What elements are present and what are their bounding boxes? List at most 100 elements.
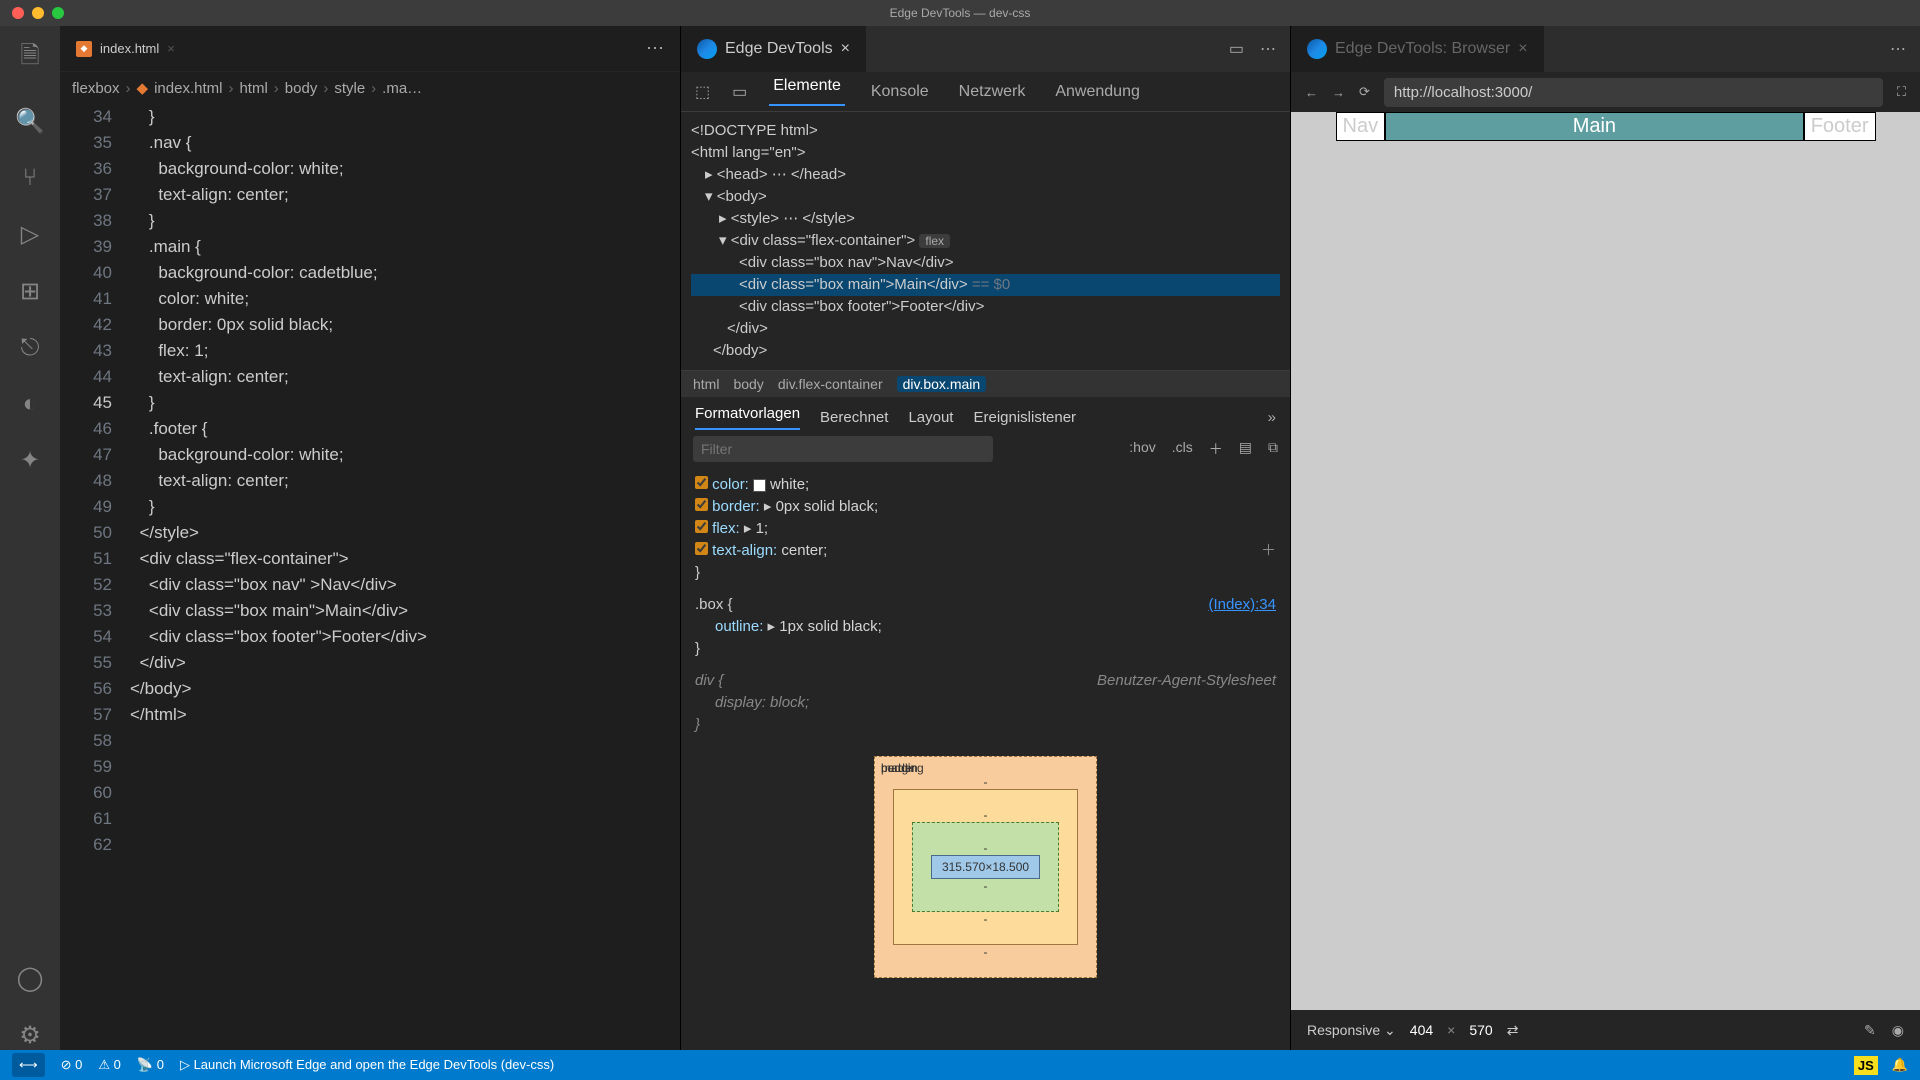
rotate-icon[interactable]: ⇄ <box>1507 1022 1519 1039</box>
edge-icon[interactable]: ◐ <box>23 390 38 418</box>
zoom-window-icon[interactable] <box>52 7 64 19</box>
line-gutter: 3435363738394041424344454647484950515253… <box>60 104 130 1050</box>
search-icon[interactable]: 🔍 <box>15 107 45 136</box>
tab-devtools[interactable]: Edge DevTools × <box>681 26 866 72</box>
source-control-icon[interactable]: ⑂ <box>23 164 37 192</box>
more-tabs-icon[interactable]: » <box>1268 409 1276 426</box>
close-icon[interactable]: × <box>841 40 850 58</box>
back-icon[interactable]: ← <box>1305 85 1318 100</box>
settings-gear-icon[interactable]: ⚙ <box>19 1021 41 1050</box>
decl-border-checkbox[interactable] <box>695 498 708 511</box>
tab-computed[interactable]: Berechnet <box>820 409 888 426</box>
forward-icon[interactable]: → <box>1332 85 1345 100</box>
page-nav: Nav <box>1336 112 1386 141</box>
traffic-lights <box>0 7 64 19</box>
computed-toggle-icon[interactable]: ▤ <box>1239 439 1252 459</box>
status-bar: ⟷ ⊘ 0 ⚠ 0 📡 0 ▷ Launch Microsoft Edge an… <box>0 1050 1920 1080</box>
dom-tree[interactable]: <!DOCTYPE html> <html lang="en"> ▸ <head… <box>681 112 1290 371</box>
tab-browser-preview[interactable]: Edge DevTools: Browser × <box>1291 26 1544 72</box>
remote-icon[interactable]: ⎋ <box>21 334 40 362</box>
status-notifications-icon[interactable]: 🔔 <box>1892 1057 1908 1073</box>
more-actions-icon[interactable]: ⋯ <box>1260 39 1276 59</box>
split-editor-icon[interactable]: ▭ <box>1229 39 1244 59</box>
tab-network[interactable]: Netzwerk <box>955 83 1030 101</box>
file-icon: ◆ <box>137 79 149 97</box>
new-rule-icon[interactable]: ＋ <box>1209 439 1223 459</box>
editor-panel: ◆ index.html × ⋯ flexbox› ◆ index.html› … <box>60 26 680 1050</box>
styles-pane[interactable]: color: white; border: ▸ 0px solid black;… <box>681 468 1290 742</box>
browser-panel: Edge DevTools: Browser × ⋯ ← → ⟳ ⛶ Nav M… <box>1290 26 1920 1050</box>
box-model-content[interactable]: 315.570×18.500 <box>931 855 1040 879</box>
device-toolbar: Responsive ⌄ 404 × 570 ⇄ ✎ ◉ <box>1291 1010 1920 1050</box>
decl-textalign-checkbox[interactable] <box>695 542 708 555</box>
editor-tab-bar: ◆ index.html × ⋯ <box>60 26 680 72</box>
close-icon[interactable]: × <box>1518 40 1527 58</box>
status-ports[interactable]: 📡 0 <box>137 1057 164 1073</box>
device-toggle-icon[interactable]: ▭ <box>732 82 747 102</box>
titlebar: Edge DevTools — dev-css <box>0 0 1920 26</box>
remote-indicator[interactable]: ⟷ <box>12 1053 45 1077</box>
viewport: Nav Main Footer <box>1291 112 1920 1010</box>
tab-label: index.html <box>100 41 159 56</box>
pin-icon[interactable]: ⧉ <box>1268 439 1278 459</box>
explorer-icon[interactable]: 🗎 <box>20 38 39 79</box>
devtools-toolbar: ⬚ ▭ Elemente Konsole Netzwerk Anwendung <box>681 72 1290 112</box>
code-editor[interactable]: 3435363738394041424344454647484950515253… <box>60 104 680 1050</box>
url-input[interactable] <box>1384 78 1883 107</box>
device-select[interactable]: Responsive ⌄ <box>1307 1022 1396 1039</box>
decl-color-checkbox[interactable] <box>695 476 708 489</box>
tab-elements[interactable]: Elemente <box>769 77 845 106</box>
tab-application[interactable]: Anwendung <box>1051 83 1144 101</box>
browser-nav-bar: ← → ⟳ ⛶ <box>1291 72 1920 112</box>
status-warnings[interactable]: ⚠ 0 <box>98 1057 121 1073</box>
editor-more-icon[interactable]: ⋯ <box>646 38 680 59</box>
decl-flex-checkbox[interactable] <box>695 520 708 533</box>
tab-listeners[interactable]: Ereignislistener <box>973 409 1076 426</box>
edge-browser-icon <box>697 39 717 59</box>
source-link[interactable]: (Index):34 <box>1208 594 1276 616</box>
dom-breadcrumb[interactable]: html body div.flex-container div.box.mai… <box>681 371 1290 397</box>
devtools-tab-bar: Edge DevTools × ▭ ⋯ <box>681 26 1290 72</box>
minimize-window-icon[interactable] <box>32 7 44 19</box>
tab-layout[interactable]: Layout <box>908 409 953 426</box>
settings-icon[interactable]: ◉ <box>1892 1022 1904 1039</box>
activity-bar: 🗎 🔍 ⑂ ▷ ⊞ ⎋ ◐ ✦ ◯ ⚙ <box>0 26 60 1050</box>
status-errors[interactable]: ⊘ 0 <box>61 1057 83 1073</box>
page-main: Main <box>1385 112 1804 141</box>
close-window-icon[interactable] <box>12 7 24 19</box>
selected-dom-node[interactable]: <div class="box main">Main</div> == $0 <box>691 274 1280 296</box>
run-debug-icon[interactable]: ▷ <box>21 220 39 249</box>
width-input[interactable]: 404 <box>1410 1022 1433 1038</box>
window-title: Edge DevTools — dev-css <box>890 6 1031 20</box>
tab-styles[interactable]: Formatvorlagen <box>695 405 800 430</box>
testing-icon[interactable]: ✦ <box>20 446 40 475</box>
box-model[interactable]: margin- border- padding- 315.570×18.500 … <box>681 742 1290 978</box>
more-actions-icon[interactable]: ⋯ <box>1890 39 1906 59</box>
extensions-icon[interactable]: ⊞ <box>20 277 40 306</box>
hov-toggle[interactable]: :hov <box>1129 439 1155 459</box>
cls-toggle[interactable]: .cls <box>1172 439 1193 459</box>
code-lines[interactable]: } .nav { background-color: white; text-a… <box>130 104 680 1050</box>
page-footer: Footer <box>1804 112 1876 141</box>
html-file-icon: ◆ <box>76 41 92 57</box>
tab-console[interactable]: Konsole <box>867 83 933 101</box>
browser-tab-bar: Edge DevTools: Browser × ⋯ <box>1291 26 1920 72</box>
edge-browser-icon <box>1307 39 1327 59</box>
screenshot-icon[interactable]: ✎ <box>1864 1022 1876 1039</box>
height-input[interactable]: 570 <box>1469 1022 1492 1038</box>
status-launch-hint[interactable]: ▷ Launch Microsoft Edge and open the Edg… <box>180 1057 554 1073</box>
tab-index-html[interactable]: ◆ index.html × <box>60 26 191 71</box>
status-js-icon[interactable]: JS <box>1854 1056 1878 1075</box>
inspect-icon[interactable]: ⬚ <box>695 82 710 102</box>
filter-input[interactable] <box>693 436 993 462</box>
flex-badge[interactable]: flex <box>919 234 950 248</box>
styles-tablist: Formatvorlagen Berechnet Layout Ereignis… <box>681 397 1290 430</box>
breadcrumb[interactable]: flexbox› ◆ index.html› html› body› style… <box>60 72 680 104</box>
reload-icon[interactable]: ⟳ <box>1359 84 1370 100</box>
add-decl-icon[interactable]: ＋ <box>1261 540 1276 562</box>
fullscreen-icon[interactable]: ⛶ <box>1897 84 1906 100</box>
accounts-icon[interactable]: ◯ <box>17 964 44 993</box>
rendered-page[interactable]: Nav Main Footer <box>1336 112 1876 141</box>
tab-close-icon[interactable]: × <box>167 41 175 56</box>
devtools-panel: Edge DevTools × ▭ ⋯ ⬚ ▭ Elemente Konsole… <box>680 26 1290 1050</box>
